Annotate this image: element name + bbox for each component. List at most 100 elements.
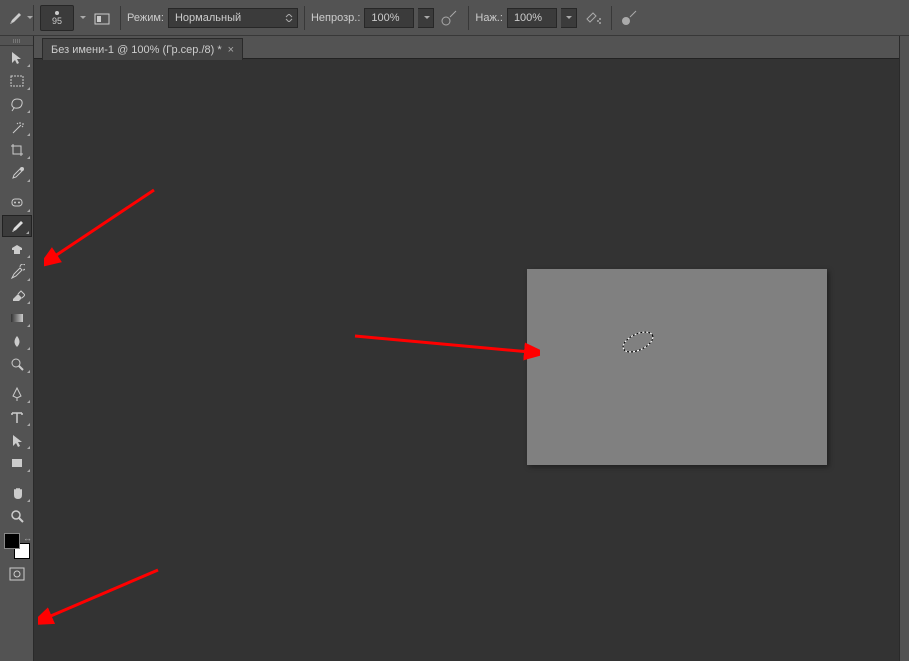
marquee-tool[interactable] bbox=[2, 70, 32, 92]
selection-marquee bbox=[618, 328, 656, 352]
clone-stamp-tool[interactable] bbox=[2, 238, 32, 260]
divider bbox=[468, 6, 469, 30]
flyout-indicator-icon bbox=[27, 423, 30, 426]
hand-tool[interactable] bbox=[2, 482, 32, 504]
opacity-label: Непрозр.: bbox=[311, 12, 360, 24]
opacity-input[interactable]: 100% bbox=[364, 8, 414, 28]
flyout-indicator-icon bbox=[27, 324, 30, 327]
flyout-indicator-icon bbox=[26, 231, 29, 234]
airbrush-toggle[interactable] bbox=[581, 6, 605, 30]
flyout-indicator-icon bbox=[27, 499, 30, 502]
type-tool-icon bbox=[9, 409, 25, 425]
flow-input[interactable]: 100% bbox=[507, 8, 557, 28]
brush-panel-toggle[interactable] bbox=[90, 6, 114, 30]
brush-preset-picker[interactable]: 95 bbox=[40, 5, 74, 31]
marquee-tool-icon bbox=[9, 73, 25, 89]
chevron-down-icon bbox=[566, 16, 572, 19]
chevron-down-icon bbox=[424, 16, 430, 19]
dodge-tool-icon bbox=[9, 356, 25, 372]
move-tool-icon bbox=[9, 50, 25, 66]
blend-mode-value: Нормальный bbox=[175, 12, 241, 24]
eyedropper-tool[interactable] bbox=[2, 162, 32, 184]
pen-tool[interactable] bbox=[2, 383, 32, 405]
eyedropper-tool-icon bbox=[9, 165, 25, 181]
foreground-color-swatch[interactable] bbox=[4, 533, 20, 549]
brush-icon bbox=[7, 9, 25, 27]
history-brush-tool-icon bbox=[9, 264, 25, 280]
shape-tool-icon bbox=[9, 455, 25, 471]
canvas[interactable] bbox=[527, 269, 827, 465]
document-tab[interactable]: Без имени-1 @ 100% (Гр.сер./8) * × bbox=[42, 38, 243, 60]
dodge-tool[interactable] bbox=[2, 353, 32, 375]
flyout-indicator-icon bbox=[27, 133, 30, 136]
flow-value: 100% bbox=[514, 12, 542, 24]
brush-tool[interactable] bbox=[2, 215, 32, 237]
brush-tool-icon bbox=[9, 218, 25, 234]
crop-tool[interactable] bbox=[2, 139, 32, 161]
flyout-indicator-icon bbox=[27, 446, 30, 449]
airbrush-icon bbox=[583, 9, 603, 27]
pressure-size-toggle[interactable] bbox=[618, 6, 642, 30]
divider bbox=[304, 6, 305, 30]
color-swatches[interactable]: ↔ bbox=[2, 533, 32, 559]
blend-mode-dropdown[interactable]: Нормальный bbox=[168, 8, 298, 28]
gradient-tool-icon bbox=[9, 310, 25, 326]
mode-label: Режим: bbox=[127, 12, 164, 24]
flyout-indicator-icon bbox=[27, 87, 30, 90]
close-icon[interactable]: × bbox=[228, 44, 234, 56]
swap-colors-icon[interactable]: ↔ bbox=[23, 533, 32, 543]
tablet-pressure-icon bbox=[440, 9, 460, 27]
shape-tool[interactable] bbox=[2, 452, 32, 474]
brush-size-value: 95 bbox=[52, 16, 62, 26]
lasso-tool-icon bbox=[9, 96, 25, 112]
history-brush-tool[interactable] bbox=[2, 261, 32, 283]
tablet-size-icon bbox=[620, 9, 640, 27]
gradient-tool[interactable] bbox=[2, 307, 32, 329]
lasso-tool[interactable] bbox=[2, 93, 32, 115]
document-tab-bar: Без имени-1 @ 100% (Гр.сер./8) * × bbox=[42, 36, 243, 60]
crop-tool-icon bbox=[9, 142, 25, 158]
dropdown-arrows-icon bbox=[285, 14, 293, 22]
path-selection-tool-icon bbox=[9, 432, 25, 448]
flyout-indicator-icon bbox=[27, 347, 30, 350]
flyout-indicator-icon bbox=[27, 278, 30, 281]
chevron-down-icon[interactable] bbox=[80, 16, 86, 19]
healing-brush-tool-icon bbox=[9, 195, 25, 211]
flyout-indicator-icon bbox=[27, 156, 30, 159]
path-selection-tool[interactable] bbox=[2, 429, 32, 451]
opacity-dropdown-button[interactable] bbox=[418, 8, 434, 28]
flow-dropdown-button[interactable] bbox=[561, 8, 577, 28]
divider bbox=[611, 6, 612, 30]
magic-wand-tool[interactable] bbox=[2, 116, 32, 138]
zoom-tool[interactable] bbox=[2, 505, 32, 527]
flyout-indicator-icon bbox=[27, 469, 30, 472]
move-tool[interactable] bbox=[2, 47, 32, 69]
flow-label: Наж.: bbox=[475, 12, 503, 24]
brush-dot-icon bbox=[55, 11, 59, 15]
blur-tool-icon bbox=[9, 333, 25, 349]
flyout-indicator-icon bbox=[27, 370, 30, 373]
document-tab-title: Без имени-1 @ 100% (Гр.сер./8) * bbox=[51, 44, 222, 56]
zoom-tool-icon bbox=[9, 508, 25, 524]
eraser-tool[interactable] bbox=[2, 284, 32, 306]
opacity-value: 100% bbox=[371, 12, 399, 24]
divider bbox=[120, 6, 121, 30]
panel-collapse-bar[interactable] bbox=[899, 36, 909, 661]
options-bar: 95 Режим: Нормальный Непрозр.: 100% Наж.… bbox=[0, 0, 909, 36]
folder-icon bbox=[93, 9, 111, 27]
flyout-indicator-icon bbox=[27, 255, 30, 258]
toolbox: ↔ bbox=[0, 36, 34, 661]
current-tool-indicator[interactable] bbox=[6, 5, 34, 31]
type-tool[interactable] bbox=[2, 406, 32, 428]
clone-stamp-tool-icon bbox=[9, 241, 25, 257]
healing-brush-tool[interactable] bbox=[2, 192, 32, 214]
flyout-indicator-icon bbox=[27, 110, 30, 113]
flyout-indicator-icon bbox=[27, 179, 30, 182]
toolbox-grip[interactable] bbox=[0, 36, 33, 46]
pressure-opacity-toggle[interactable] bbox=[438, 6, 462, 30]
flyout-indicator-icon bbox=[27, 400, 30, 403]
blur-tool[interactable] bbox=[2, 330, 32, 352]
quick-mask-toggle[interactable] bbox=[2, 563, 32, 585]
eraser-tool-icon bbox=[9, 287, 25, 303]
pen-tool-icon bbox=[9, 386, 25, 402]
